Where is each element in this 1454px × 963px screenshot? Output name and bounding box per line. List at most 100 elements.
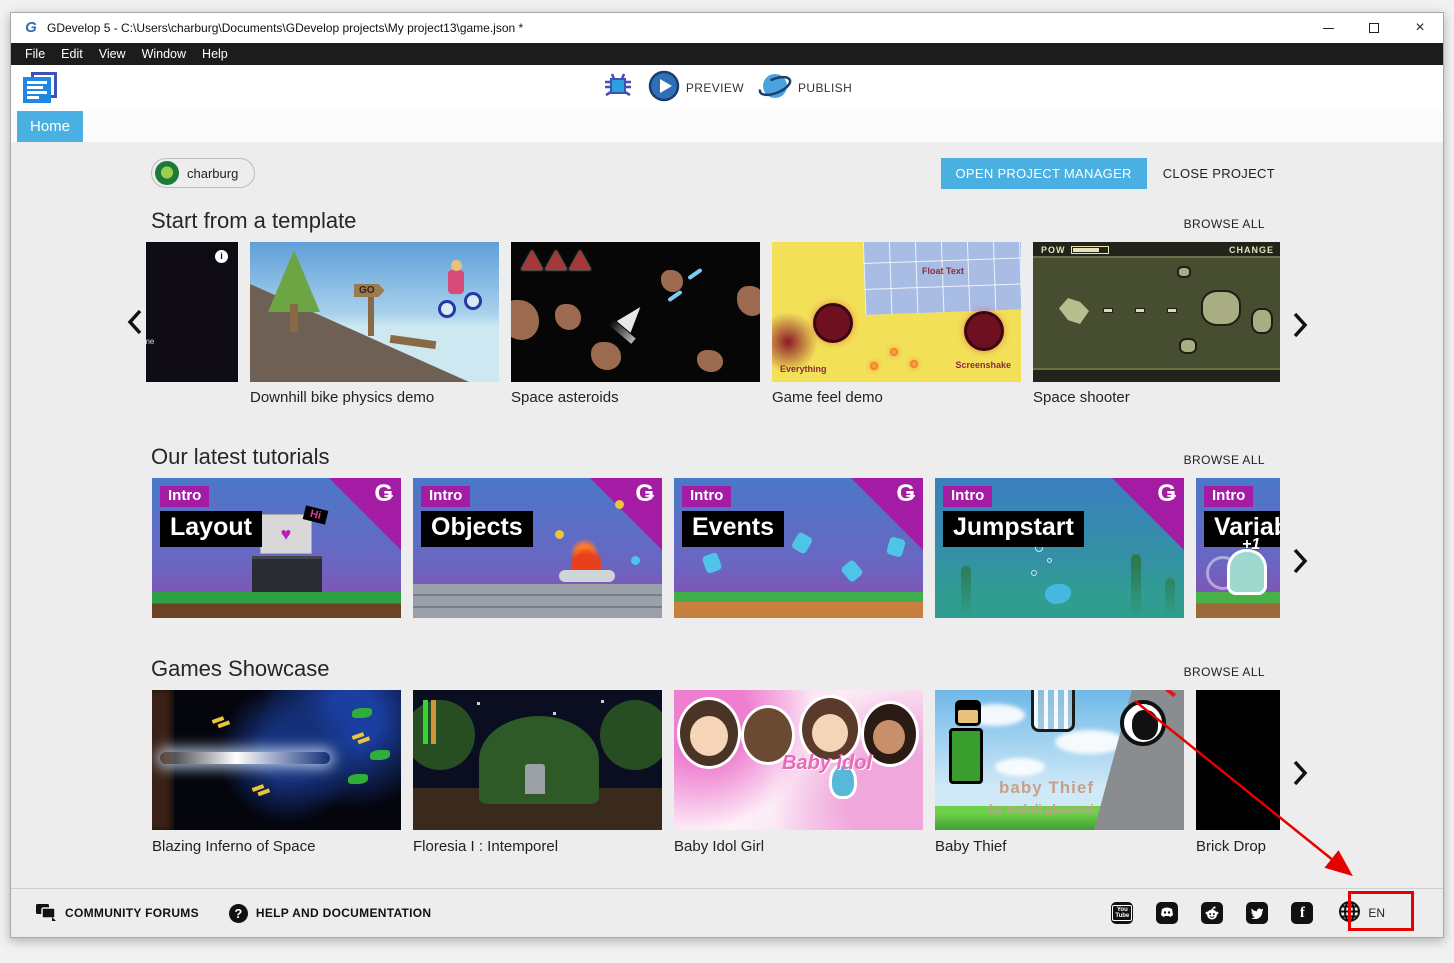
showcase-card-floresia[interactable] bbox=[413, 690, 662, 830]
window-controls: × bbox=[1305, 13, 1443, 43]
tutorial-title: Jumpstart bbox=[943, 511, 1084, 547]
tutorials-browse-all[interactable]: BROWSE ALL bbox=[1182, 449, 1267, 471]
showcase-card-brick-drop[interactable] bbox=[1196, 690, 1280, 830]
info-icon: i bbox=[215, 250, 228, 263]
caption-floresia[interactable]: Floresia I : Intemporel bbox=[413, 838, 662, 860]
tutorial-card-variables[interactable]: Ǥ Intro Variab +1 bbox=[1196, 478, 1280, 618]
templates-browse-all[interactable]: BROWSE ALL bbox=[1182, 213, 1267, 235]
tab-bar: Home bbox=[11, 111, 1443, 142]
tutorial-title: Events bbox=[682, 511, 784, 547]
app-window: G GDevelop 5 - C:\Users\charburg\Documen… bbox=[10, 12, 1444, 938]
tutorial-card-objects[interactable]: Ǥ Intro Objects bbox=[413, 478, 662, 618]
user-chip[interactable]: charburg bbox=[151, 158, 255, 188]
caption-blazing-inferno[interactable]: Blazing Inferno of Space bbox=[152, 838, 401, 860]
tutorial-card-jumpstart[interactable]: Ǥ Intro Jumpstart bbox=[935, 478, 1184, 618]
publish-button[interactable]: PUBLISH bbox=[758, 70, 852, 107]
home-page: charburg OPEN PROJECT MANAGER CLOSE PROJ… bbox=[11, 142, 1443, 888]
template-card-space-asteroids[interactable] bbox=[511, 242, 760, 382]
templates-prev-arrow[interactable] bbox=[124, 307, 146, 337]
language-code: EN bbox=[1368, 906, 1385, 920]
minimize-button[interactable] bbox=[1305, 13, 1351, 43]
showcase-next-arrow[interactable] bbox=[1289, 758, 1311, 788]
templates-section-head: Start from a template BROWSE ALL bbox=[151, 208, 1267, 238]
showcase-card-baby-idol-girl[interactable]: Baby idol bbox=[674, 690, 923, 830]
preview-label: PREVIEW bbox=[686, 81, 744, 95]
preview-button[interactable]: PREVIEW bbox=[648, 70, 744, 107]
chibi-face bbox=[812, 714, 848, 752]
brick-ground bbox=[413, 584, 662, 618]
community-forums-button[interactable]: COMMUNITY FORUMS bbox=[33, 899, 201, 928]
template-card-game-feel[interactable]: Float Text Screenshake Everything bbox=[772, 242, 1021, 382]
pow-label: POW bbox=[1041, 245, 1066, 255]
tutorials-next-arrow[interactable] bbox=[1289, 546, 1311, 576]
facebook-icon[interactable]: f bbox=[1291, 902, 1313, 924]
bubble bbox=[1031, 570, 1037, 576]
energy-bar bbox=[431, 700, 436, 744]
bubble bbox=[1047, 558, 1052, 563]
templates-next-arrow[interactable] bbox=[1289, 310, 1311, 340]
life-icon bbox=[545, 250, 567, 270]
enemy-fish bbox=[348, 774, 368, 784]
username: charburg bbox=[187, 166, 238, 181]
youtube-icon[interactable]: YouTube bbox=[1111, 902, 1133, 924]
tutorials-carousel: Ǥ Intro Layout ♥ Hi Ǥ Intro Objects bbox=[146, 478, 1280, 618]
show-frame-label: Show Frame bbox=[146, 337, 154, 346]
health-bar bbox=[423, 700, 428, 744]
cloud bbox=[1055, 730, 1125, 754]
grass-ground bbox=[674, 592, 923, 618]
showcase-card-blazing-inferno[interactable] bbox=[152, 690, 401, 830]
caption-space-shooter[interactable]: Space shooter bbox=[1033, 389, 1282, 411]
spike-ground bbox=[1196, 592, 1280, 618]
template-card-downhill-bike[interactable]: GO bbox=[250, 242, 499, 382]
caption-baby-idol-girl[interactable]: Baby Idol Girl bbox=[674, 838, 923, 860]
close-button[interactable]: × bbox=[1397, 13, 1443, 43]
baby-cage bbox=[1031, 690, 1075, 732]
close-icon: × bbox=[1415, 20, 1424, 36]
twitter-icon[interactable] bbox=[1246, 902, 1268, 924]
tab-home[interactable]: Home bbox=[17, 111, 83, 142]
caption-brick-drop[interactable]: Brick Drop bbox=[1196, 838, 1443, 860]
menu-window[interactable]: Window bbox=[134, 47, 194, 61]
template-card-space-shooter[interactable]: POW CHANGE bbox=[1033, 242, 1280, 382]
maximize-button[interactable] bbox=[1351, 13, 1397, 43]
template-card-particle-effects[interactable]: i Show Frame ▷✦▢ bbox=[146, 242, 238, 382]
menu-help[interactable]: Help bbox=[194, 47, 236, 61]
header-actions: OPEN PROJECT MANAGER CLOSE PROJECT bbox=[941, 158, 1278, 189]
reddit-icon[interactable] bbox=[1201, 902, 1223, 924]
title-bar: G GDevelop 5 - C:\Users\charburg\Documen… bbox=[11, 13, 1443, 43]
life-icon bbox=[521, 250, 543, 270]
gdevelop-corner-logo-icon: Ǥ bbox=[635, 480, 654, 508]
discord-icon[interactable] bbox=[1156, 902, 1178, 924]
caption-downhill-bike[interactable]: Downhill bike physics demo bbox=[250, 389, 499, 411]
asteroid bbox=[1201, 290, 1241, 326]
language-button[interactable]: EN bbox=[1336, 898, 1387, 928]
tutorial-card-events[interactable]: Ǥ Intro Events bbox=[674, 478, 923, 618]
gdevelop-corner-logo-icon: Ǥ bbox=[374, 480, 393, 508]
enemy-fish bbox=[370, 750, 390, 760]
bunny bbox=[840, 559, 864, 583]
asteroid bbox=[1179, 338, 1197, 354]
menu-file[interactable]: File bbox=[17, 47, 53, 61]
debugger-icon[interactable] bbox=[602, 70, 634, 107]
chibi-face bbox=[873, 720, 905, 754]
help-documentation-button[interactable]: ? HELP AND DOCUMENTATION bbox=[227, 900, 434, 927]
footer-left: COMMUNITY FORUMS ? HELP AND DOCUMENTATIO… bbox=[33, 899, 433, 928]
idol-logo-text: Baby idol bbox=[782, 752, 872, 775]
menu-view[interactable]: View bbox=[91, 47, 134, 61]
intro-badge: Intro bbox=[421, 486, 470, 507]
close-project-button[interactable]: CLOSE PROJECT bbox=[1161, 160, 1277, 187]
tutorial-card-layout[interactable]: Ǥ Intro Layout ♥ Hi bbox=[152, 478, 401, 618]
player-ship bbox=[1059, 298, 1089, 324]
tutorials-strip: Ǥ Intro Layout ♥ Hi Ǥ Intro Objects bbox=[146, 478, 1280, 618]
caption-space-asteroids[interactable]: Space asteroids bbox=[511, 389, 760, 411]
caption-baby-thief[interactable]: Baby Thief bbox=[935, 838, 1184, 860]
intro-badge: Intro bbox=[1204, 486, 1253, 507]
editor-panel bbox=[252, 556, 322, 592]
showcase-browse-all[interactable]: BROWSE ALL bbox=[1182, 661, 1267, 683]
caption-game-feel[interactable]: Game feel demo bbox=[772, 389, 1021, 411]
showcase-card-baby-thief[interactable]: baby Thief by mahdi ghasemi bbox=[935, 690, 1184, 830]
menu-edit[interactable]: Edit bbox=[53, 47, 91, 61]
bike-wheel bbox=[438, 300, 456, 318]
campfire bbox=[571, 536, 601, 574]
open-project-manager-button[interactable]: OPEN PROJECT MANAGER bbox=[941, 158, 1147, 189]
